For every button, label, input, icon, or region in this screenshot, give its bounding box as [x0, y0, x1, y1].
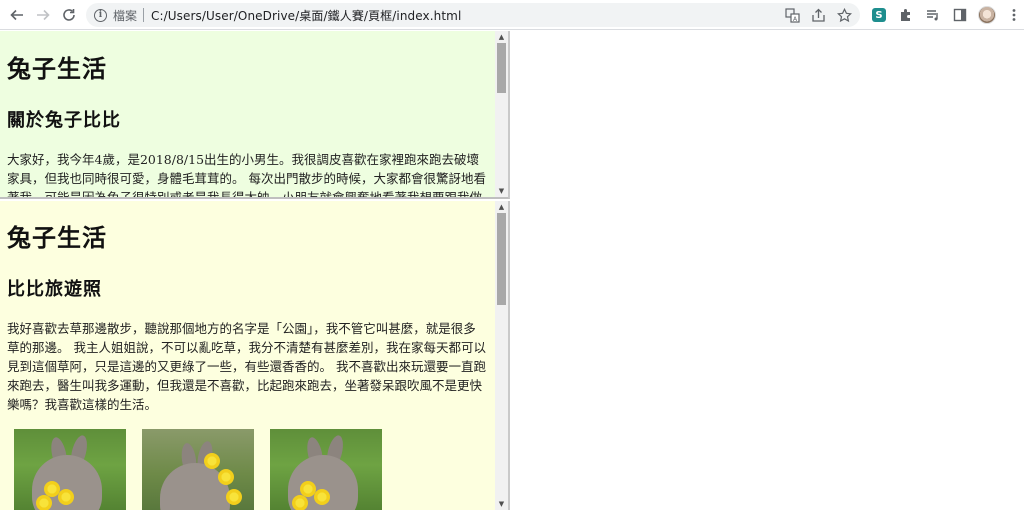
- media-queue-icon[interactable]: [922, 4, 944, 26]
- s-extension-label: S: [872, 8, 886, 22]
- url-text[interactable]: C:/Users/User/OneDrive/桌面/鐵人賽/頁框/index.h…: [151, 7, 461, 24]
- top-frame-scrollbar[interactable]: ▲ ▼: [495, 31, 508, 197]
- bottom-frame[interactable]: 兔子生活 比比旅遊照 我好喜歡去草那邊散步，聽說那個地方的名字是「公園」，我不管…: [0, 201, 510, 510]
- photo-gallery: [14, 429, 382, 510]
- scroll-up-icon[interactable]: ▲: [495, 31, 508, 43]
- more-icon[interactable]: [1003, 4, 1024, 26]
- scroll-down-icon[interactable]: ▼: [495, 185, 508, 197]
- top-frame-content: 兔子生活 關於兔子比比 大家好，我今年4歲，是2018/8/15出生的小男生。我…: [7, 31, 487, 199]
- browser-toolbar: i 檔案 C:/Users/User/OneDrive/桌面/鐵人賽/頁框/in…: [0, 0, 1024, 30]
- url-separator: [143, 8, 145, 22]
- page-title: 兔子生活: [7, 224, 107, 252]
- page-title: 兔子生活: [7, 55, 107, 83]
- star-icon[interactable]: [834, 6, 854, 24]
- bottom-frame-scrollbar[interactable]: ▲ ▼: [495, 201, 508, 510]
- puzzle-icon[interactable]: [895, 4, 917, 26]
- s-extension-icon[interactable]: S: [868, 4, 890, 26]
- translate-icon[interactable]: A: [782, 6, 802, 24]
- side-panel-icon[interactable]: [949, 4, 971, 26]
- page-viewport: 兔子生活 關於兔子比比 大家好，我今年4歲，是2018/8/15出生的小男生。我…: [0, 31, 1024, 510]
- scroll-up-icon[interactable]: ▲: [495, 201, 508, 213]
- section-heading: 比比旅遊照: [7, 279, 102, 300]
- scroll-thumb[interactable]: [497, 213, 506, 305]
- section-heading: 關於兔子比比: [7, 110, 121, 131]
- rabbit-photo: [14, 429, 126, 510]
- rabbit-photo: [142, 429, 254, 510]
- site-info-label: 檔案: [113, 8, 138, 23]
- top-frame[interactable]: 兔子生活 關於兔子比比 大家好，我今年4歲，是2018/8/15出生的小男生。我…: [0, 31, 510, 199]
- scroll-thumb[interactable]: [497, 43, 506, 93]
- travel-paragraph: 我好喜歡去草那邊散步，聽說那個地方的名字是「公園」，我不管它叫甚麼，就是很多草的…: [7, 321, 486, 412]
- share-icon[interactable]: [808, 6, 828, 24]
- intro-paragraph: 大家好，我今年4歲，是2018/8/15出生的小男生。我很調皮喜歡在家裡跑來跑去…: [7, 152, 486, 199]
- address-bar[interactable]: i 檔案 C:/Users/User/OneDrive/桌面/鐵人賽/頁框/in…: [86, 3, 860, 27]
- back-icon[interactable]: [6, 4, 28, 26]
- avatar[interactable]: [976, 4, 998, 26]
- rabbit-photo: [270, 429, 382, 510]
- reload-icon[interactable]: [58, 4, 80, 26]
- bottom-frame-content: 兔子生活 比比旅遊照 我好喜歡去草那邊散步，聽說那個地方的名字是「公園」，我不管…: [7, 201, 487, 414]
- forward-icon[interactable]: [32, 4, 54, 26]
- info-icon[interactable]: i: [94, 8, 107, 22]
- scroll-down-icon[interactable]: ▼: [495, 498, 508, 510]
